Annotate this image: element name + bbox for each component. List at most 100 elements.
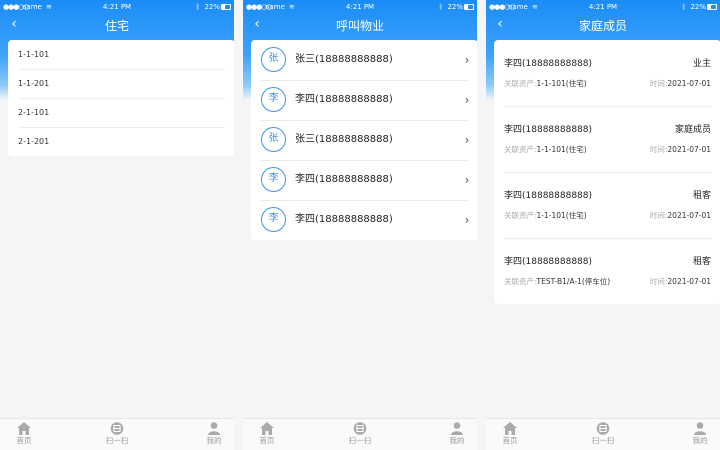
tab-home-label: 首页 bbox=[16, 436, 32, 445]
contact-name: 李四(18888888888) bbox=[295, 94, 393, 105]
page-title: 家庭成员 bbox=[578, 19, 627, 33]
battery-percent: 22% bbox=[204, 3, 220, 11]
member-item[interactable]: 李四(18888888888) 业主 关联资产:1-1-101(住宅) 时间:2… bbox=[494, 40, 720, 106]
chevron-right-icon: › bbox=[464, 173, 470, 187]
screen-family-members: ●●●○○ name ≋ 4:21 PM ᛒ 22% ‹ 家庭成员 李四(188… bbox=[486, 0, 720, 450]
tab-mine[interactable]: 我的 bbox=[194, 422, 234, 450]
avatar: 张 bbox=[261, 47, 286, 72]
member-asset: 关联资产:1-1-101(住宅) bbox=[504, 78, 587, 89]
home-icon bbox=[17, 422, 31, 435]
member-role: 租客 bbox=[692, 191, 711, 201]
time-value: 2021-07-01 bbox=[667, 277, 711, 286]
scan-icon bbox=[353, 422, 367, 435]
time-value: 2021-07-01 bbox=[667, 79, 711, 88]
bluetooth-icon: ᛒ bbox=[681, 3, 686, 11]
tab-scan[interactable]: 扫一扫 bbox=[97, 422, 137, 450]
contact-name: 张三(18888888888) bbox=[295, 54, 393, 65]
chevron-right-icon: › bbox=[464, 133, 470, 147]
contact-name: 李四(18888888888) bbox=[295, 214, 393, 225]
app-canvas: ●●●○○ name ≋ 4:21 PM ᛒ 22% ‹ 住宅 1-1-101 … bbox=[0, 0, 720, 450]
contact-name: 张三(18888888888) bbox=[295, 134, 393, 145]
home-icon bbox=[503, 422, 517, 435]
chevron-right-icon: › bbox=[464, 213, 470, 227]
tab-home[interactable]: 首页 bbox=[4, 422, 44, 450]
time-value: 2021-07-01 bbox=[667, 211, 711, 220]
tab-scan[interactable]: 扫一扫 bbox=[340, 422, 380, 450]
avatar: 李 bbox=[261, 87, 286, 112]
asset-label: 关联资产: bbox=[504, 145, 537, 154]
tab-bar: 首页 扫一扫 我的 bbox=[0, 418, 234, 450]
avatar: 李 bbox=[261, 207, 286, 232]
member-name: 李四(18888888888) bbox=[504, 59, 593, 69]
user-icon bbox=[451, 422, 463, 435]
contact-item[interactable]: 李 李四(18888888888) › bbox=[251, 80, 477, 120]
bluetooth-icon: ᛒ bbox=[195, 3, 200, 11]
tab-mine-label: 我的 bbox=[449, 436, 465, 445]
residence-item[interactable]: 2-1-101 bbox=[8, 98, 234, 127]
member-role: 家庭成员 bbox=[674, 125, 711, 135]
tab-scan-label: 扫一扫 bbox=[348, 436, 372, 445]
member-item[interactable]: 李四(18888888888) 租客 关联资产:1-1-101(住宅) 时间:2… bbox=[494, 172, 720, 238]
asset-value: 1-1-101(住宅) bbox=[536, 211, 587, 220]
screen-call-property: ●●●○○ name ≋ 4:21 PM ᛒ 22% ‹ 呼叫物业 张 张三(1… bbox=[243, 0, 477, 450]
tab-scan-label: 扫一扫 bbox=[591, 436, 615, 445]
member-time: 时间:2021-07-01 bbox=[650, 144, 711, 155]
battery-percent: 22% bbox=[447, 3, 463, 11]
time-label: 时间: bbox=[649, 79, 668, 88]
member-asset: 关联资产:1-1-101(住宅) bbox=[504, 144, 587, 155]
tab-mine-label: 我的 bbox=[206, 436, 222, 445]
tab-home-label: 首页 bbox=[259, 436, 275, 445]
home-icon bbox=[260, 422, 274, 435]
contact-item[interactable]: 李 李四(18888888888) › bbox=[251, 160, 477, 200]
asset-label: 关联资产: bbox=[504, 277, 537, 286]
contact-name: 李四(18888888888) bbox=[295, 174, 393, 185]
contact-item[interactable]: 李 李四(18888888888) › bbox=[251, 200, 477, 240]
avatar: 李 bbox=[261, 167, 286, 192]
member-asset: 关联资产:TEST-B1/A-1(停车位) bbox=[504, 276, 610, 287]
member-time: 时间:2021-07-01 bbox=[650, 276, 711, 287]
member-item[interactable]: 李四(18888888888) 租客 关联资产:TEST-B1/A-1(停车位)… bbox=[494, 238, 720, 304]
asset-value: TEST-B1/A-1(停车位) bbox=[536, 277, 611, 286]
tab-mine[interactable]: 我的 bbox=[680, 422, 720, 450]
tab-mine-label: 我的 bbox=[692, 436, 708, 445]
tab-home[interactable]: 首页 bbox=[490, 422, 530, 450]
residence-item[interactable]: 2-1-201 bbox=[8, 127, 234, 156]
chevron-right-icon: › bbox=[464, 53, 470, 67]
status-bar: ●●●○○ name ≋ 4:21 PM ᛒ 22% bbox=[243, 0, 477, 14]
tab-home[interactable]: 首页 bbox=[247, 422, 287, 450]
user-icon bbox=[208, 422, 220, 435]
asset-value: 1-1-101(住宅) bbox=[536, 145, 587, 154]
status-bar: ●●●○○ name ≋ 4:21 PM ᛒ 22% bbox=[0, 0, 234, 14]
scan-icon bbox=[110, 422, 124, 435]
nav-bar: ‹ 住宅 bbox=[0, 14, 234, 36]
member-role: 租客 bbox=[692, 257, 711, 267]
nav-bar: ‹ 呼叫物业 bbox=[243, 14, 477, 36]
time-label: 时间: bbox=[649, 277, 668, 286]
tab-scan[interactable]: 扫一扫 bbox=[583, 422, 623, 450]
member-time: 时间:2021-07-01 bbox=[650, 210, 711, 221]
member-asset: 关联资产:1-1-101(住宅) bbox=[504, 210, 587, 221]
battery-percent: 22% bbox=[690, 3, 706, 11]
bluetooth-icon: ᛒ bbox=[438, 3, 443, 11]
tab-home-label: 首页 bbox=[502, 436, 518, 445]
scan-icon bbox=[596, 422, 610, 435]
contact-item[interactable]: 张 张三(18888888888) › bbox=[251, 40, 477, 80]
contact-item[interactable]: 张 张三(18888888888) › bbox=[251, 120, 477, 160]
status-bar: ●●●○○ name ≋ 4:21 PM ᛒ 22% bbox=[486, 0, 720, 14]
user-icon bbox=[694, 422, 706, 435]
residence-item[interactable]: 1-1-201 bbox=[8, 69, 234, 98]
tab-mine[interactable]: 我的 bbox=[437, 422, 477, 450]
member-item[interactable]: 李四(18888888888) 家庭成员 关联资产:1-1-101(住宅) 时间… bbox=[494, 106, 720, 172]
time-label: 时间: bbox=[649, 145, 668, 154]
residence-item[interactable]: 1-1-101 bbox=[8, 40, 234, 69]
battery-icon bbox=[707, 4, 717, 10]
residence-list: 1-1-101 1-1-201 2-1-101 2-1-201 bbox=[8, 40, 234, 156]
asset-value: 1-1-101(住宅) bbox=[536, 79, 587, 88]
asset-label: 关联资产: bbox=[504, 211, 537, 220]
time-value: 2021-07-01 bbox=[667, 145, 711, 154]
screen-residence: ●●●○○ name ≋ 4:21 PM ᛒ 22% ‹ 住宅 1-1-101 … bbox=[0, 0, 234, 450]
page-title: 呼叫物业 bbox=[335, 19, 384, 33]
chevron-right-icon: › bbox=[464, 93, 470, 107]
member-name: 李四(18888888888) bbox=[504, 191, 593, 201]
member-name: 李四(18888888888) bbox=[504, 257, 593, 267]
